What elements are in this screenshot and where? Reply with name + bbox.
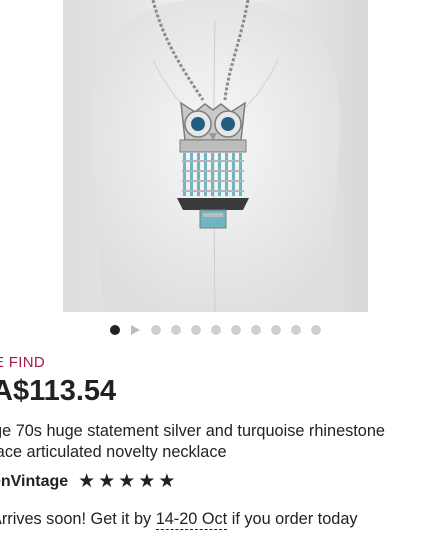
item-title: age 70s huge statement silver and turquo…: [0, 421, 430, 463]
carousel-dot[interactable]: [231, 325, 241, 335]
carousel-dot[interactable]: [171, 325, 181, 335]
shop-rating: ★ ★ ★ ★ ★: [78, 472, 175, 491]
carousel-dot-active[interactable]: [110, 325, 120, 335]
item-title-line: age 70s huge statement silver and turquo…: [0, 422, 385, 440]
play-video-icon[interactable]: [131, 325, 140, 335]
item-title-line: klace articulated novelty necklace: [0, 443, 227, 461]
find-badge: E FIND: [0, 354, 45, 371]
delivery-prefix: Arrives soon! Get it by: [0, 510, 156, 528]
listing-photo[interactable]: [63, 0, 368, 312]
carousel-dot[interactable]: [191, 325, 201, 335]
shop-row[interactable]: enVintage ★ ★ ★ ★ ★: [0, 472, 175, 491]
delivery-date-link[interactable]: 14-20 Oct: [155, 510, 228, 530]
carousel-indicators[interactable]: [110, 324, 331, 336]
carousel-dot[interactable]: [291, 325, 301, 335]
carousel-dot[interactable]: [151, 325, 161, 335]
star-icon: ★: [158, 471, 176, 492]
owl-necklace-photo: [63, 0, 368, 312]
item-price: A$113.54: [0, 375, 117, 407]
shop-name-link[interactable]: enVintage: [0, 473, 68, 491]
carousel-dot[interactable]: [271, 325, 281, 335]
delivery-estimate: Arrives soon! Get it by 14-20 Oct if you…: [0, 510, 358, 530]
star-icon: ★: [98, 471, 116, 492]
star-icon: ★: [138, 471, 156, 492]
star-icon: ★: [118, 471, 136, 492]
delivery-suffix: if you order today: [227, 510, 358, 528]
carousel-dot[interactable]: [251, 325, 261, 335]
star-icon: ★: [78, 471, 96, 492]
carousel-dot[interactable]: [311, 325, 321, 335]
carousel-dot[interactable]: [211, 325, 221, 335]
